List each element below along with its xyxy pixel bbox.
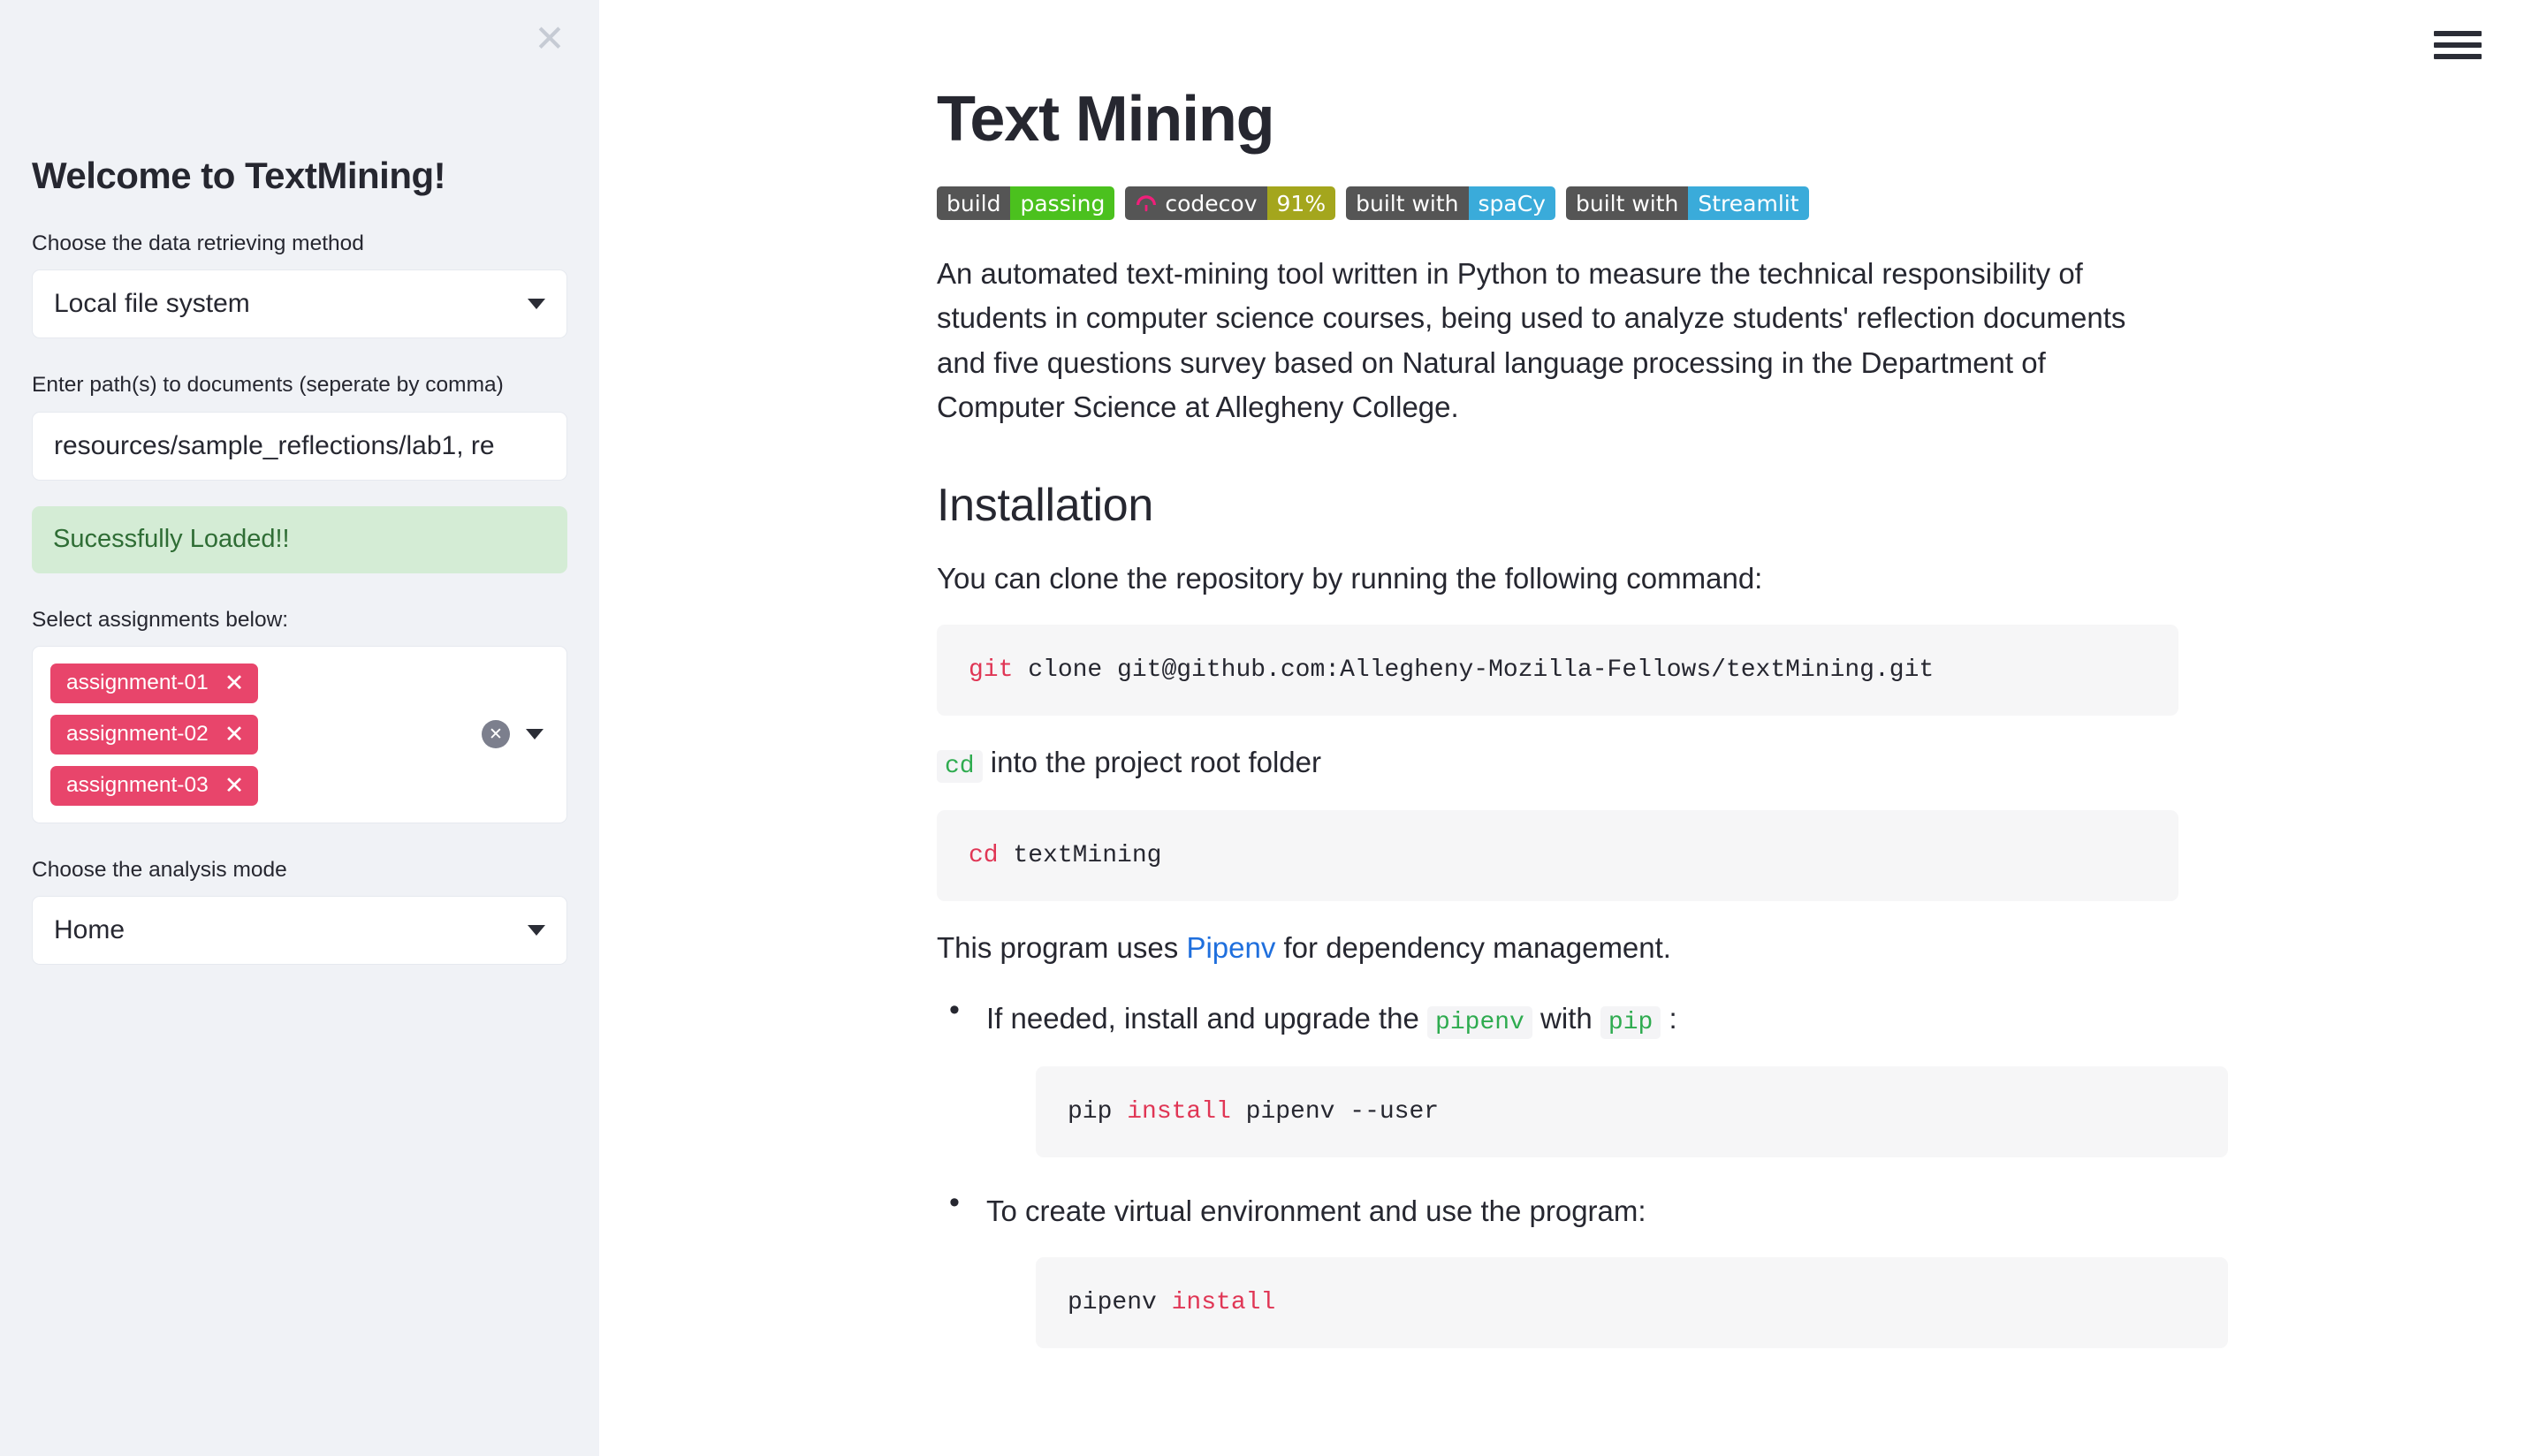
badge-right-label: passing <box>1010 186 1114 220</box>
inline-code-pip: pip <box>1600 1006 1661 1039</box>
sidebar: ✕ Welcome to TextMining! Choose the data… <box>0 0 599 1456</box>
assignments-multiselect[interactable]: assignment-01 ✕ assignment-02 ✕ assignme… <box>32 646 567 823</box>
clone-intro-text: You can clone the repository by running … <box>937 557 2524 601</box>
analysis-mode-label: Choose the analysis mode <box>32 855 567 885</box>
list-item: To create virtual environment and use th… <box>937 1189 2524 1349</box>
code-post: pipenv --user <box>1231 1098 1439 1126</box>
status-banner: Sucessfully Loaded!! <box>32 506 567 573</box>
chevron-down-icon <box>528 925 545 936</box>
code-block-pipenv-install[interactable]: pipenv install <box>1036 1257 2228 1348</box>
close-icon[interactable]: ✕ <box>224 671 245 695</box>
badge-left-label: built with <box>1566 186 1688 220</box>
paths-label: Enter path(s) to documents (seperate by … <box>32 370 567 400</box>
close-icon[interactable]: ✕ <box>224 774 245 798</box>
code-block-pip-install[interactable]: pip install pipenv --user <box>1036 1066 2228 1157</box>
li-text-pre: If needed, install and upgrade the <box>986 1002 1427 1035</box>
code-keyword: git <box>969 656 1013 684</box>
badge-left-label: codecov <box>1161 186 1266 220</box>
li-text-mid: with <box>1532 1002 1600 1035</box>
page-title: Text Mining <box>937 85 2524 155</box>
badge-row: build passing codecov 91% built with <box>937 186 2524 220</box>
close-icon[interactable]: ✕ <box>224 723 245 747</box>
assignments-label: Select assignments below: <box>32 605 567 635</box>
hamburger-bar <box>2434 31 2482 36</box>
assignment-tag[interactable]: assignment-03 ✕ <box>50 766 258 806</box>
main-content: Text Mining build passing codecov 91% <box>599 0 2524 1456</box>
assignment-tag[interactable]: assignment-01 ✕ <box>50 664 258 703</box>
assignment-tag-label: assignment-03 <box>66 773 209 798</box>
close-icon[interactable]: ✕ <box>530 19 569 58</box>
badge-left-label: build <box>937 186 1010 220</box>
assignment-tag-label: assignment-01 <box>66 671 209 695</box>
badge-right-label: 91% <box>1267 186 1336 220</box>
analysis-mode-value: Home <box>54 915 125 945</box>
installation-steps-list: If needed, install and upgrade the pipen… <box>937 997 2524 1349</box>
list-item-text: To create virtual environment and use th… <box>986 1189 2524 1233</box>
status-badge-codecov[interactable]: codecov 91% <box>1125 186 1335 220</box>
pipenv-text-pre: This program uses <box>937 931 1186 964</box>
section-heading-installation: Installation <box>937 479 2524 532</box>
codecov-umbrella-icon <box>1125 186 1161 220</box>
code-rest: clone git@github.com:Allegheny-Mozilla-F… <box>1013 656 1934 684</box>
code-keyword: install <box>1172 1289 1276 1316</box>
pipenv-text-post: for dependency management. <box>1275 931 1671 964</box>
sidebar-title: Welcome to TextMining! <box>32 155 567 197</box>
data-method-select[interactable]: Local file system <box>32 269 567 338</box>
code-keyword: install <box>1127 1098 1231 1126</box>
app-root: ✕ Welcome to TextMining! Choose the data… <box>0 0 2524 1456</box>
inline-code-cd: cd <box>937 750 983 783</box>
clear-all-icon[interactable]: ✕ <box>482 720 510 748</box>
hamburger-menu-icon[interactable] <box>2434 27 2482 64</box>
paths-input[interactable]: resources/sample_reflections/lab1, re <box>32 412 567 481</box>
list-item-text: If needed, install and upgrade the pipen… <box>986 997 2524 1042</box>
code-pre: pipenv <box>1068 1289 1172 1316</box>
badge-right-label: Streamlit <box>1688 186 1808 220</box>
status-badge-streamlit[interactable]: built with Streamlit <box>1566 186 1809 220</box>
code-pre: pip <box>1068 1098 1127 1126</box>
hamburger-bar <box>2434 54 2482 59</box>
project-description: An automated text-mining tool written in… <box>937 252 2174 429</box>
data-method-value: Local file system <box>54 289 250 319</box>
analysis-mode-select[interactable]: Home <box>32 896 567 965</box>
data-method-label: Choose the data retrieving method <box>32 229 567 259</box>
code-block-git-clone[interactable]: git clone git@github.com:Allegheny-Mozil… <box>937 625 2178 716</box>
pipenv-intro-text: This program uses Pipenv for dependency … <box>937 926 2524 970</box>
list-item: If needed, install and upgrade the pipen… <box>937 997 2524 1157</box>
status-badge-build[interactable]: build passing <box>937 186 1114 220</box>
status-badge-spacy[interactable]: built with spaCy <box>1346 186 1555 220</box>
li-text-pre: To create virtual environment and use th… <box>986 1194 1646 1227</box>
code-rest: textMining <box>999 842 1162 869</box>
status-message: Sucessfully Loaded!! <box>53 525 290 554</box>
hamburger-bar <box>2434 42 2482 48</box>
chevron-down-icon <box>528 299 545 309</box>
badge-right-label: spaCy <box>1469 186 1555 220</box>
assignment-tag[interactable]: assignment-02 ✕ <box>50 715 258 755</box>
code-block-cd[interactable]: cd textMining <box>937 810 2178 901</box>
code-keyword: cd <box>969 842 999 869</box>
li-text-post: : <box>1661 1002 1676 1035</box>
badge-left-label: built with <box>1346 186 1468 220</box>
pipenv-link[interactable]: Pipenv <box>1186 931 1275 964</box>
cd-intro-rest: into the project root folder <box>991 746 1321 778</box>
multiselect-controls: ✕ <box>482 720 544 748</box>
cd-intro-text: cd into the project root folder <box>937 740 2524 785</box>
inline-code-pipenv: pipenv <box>1427 1006 1532 1039</box>
assignment-tag-label: assignment-02 <box>66 722 209 747</box>
chevron-down-icon[interactable] <box>526 729 544 739</box>
